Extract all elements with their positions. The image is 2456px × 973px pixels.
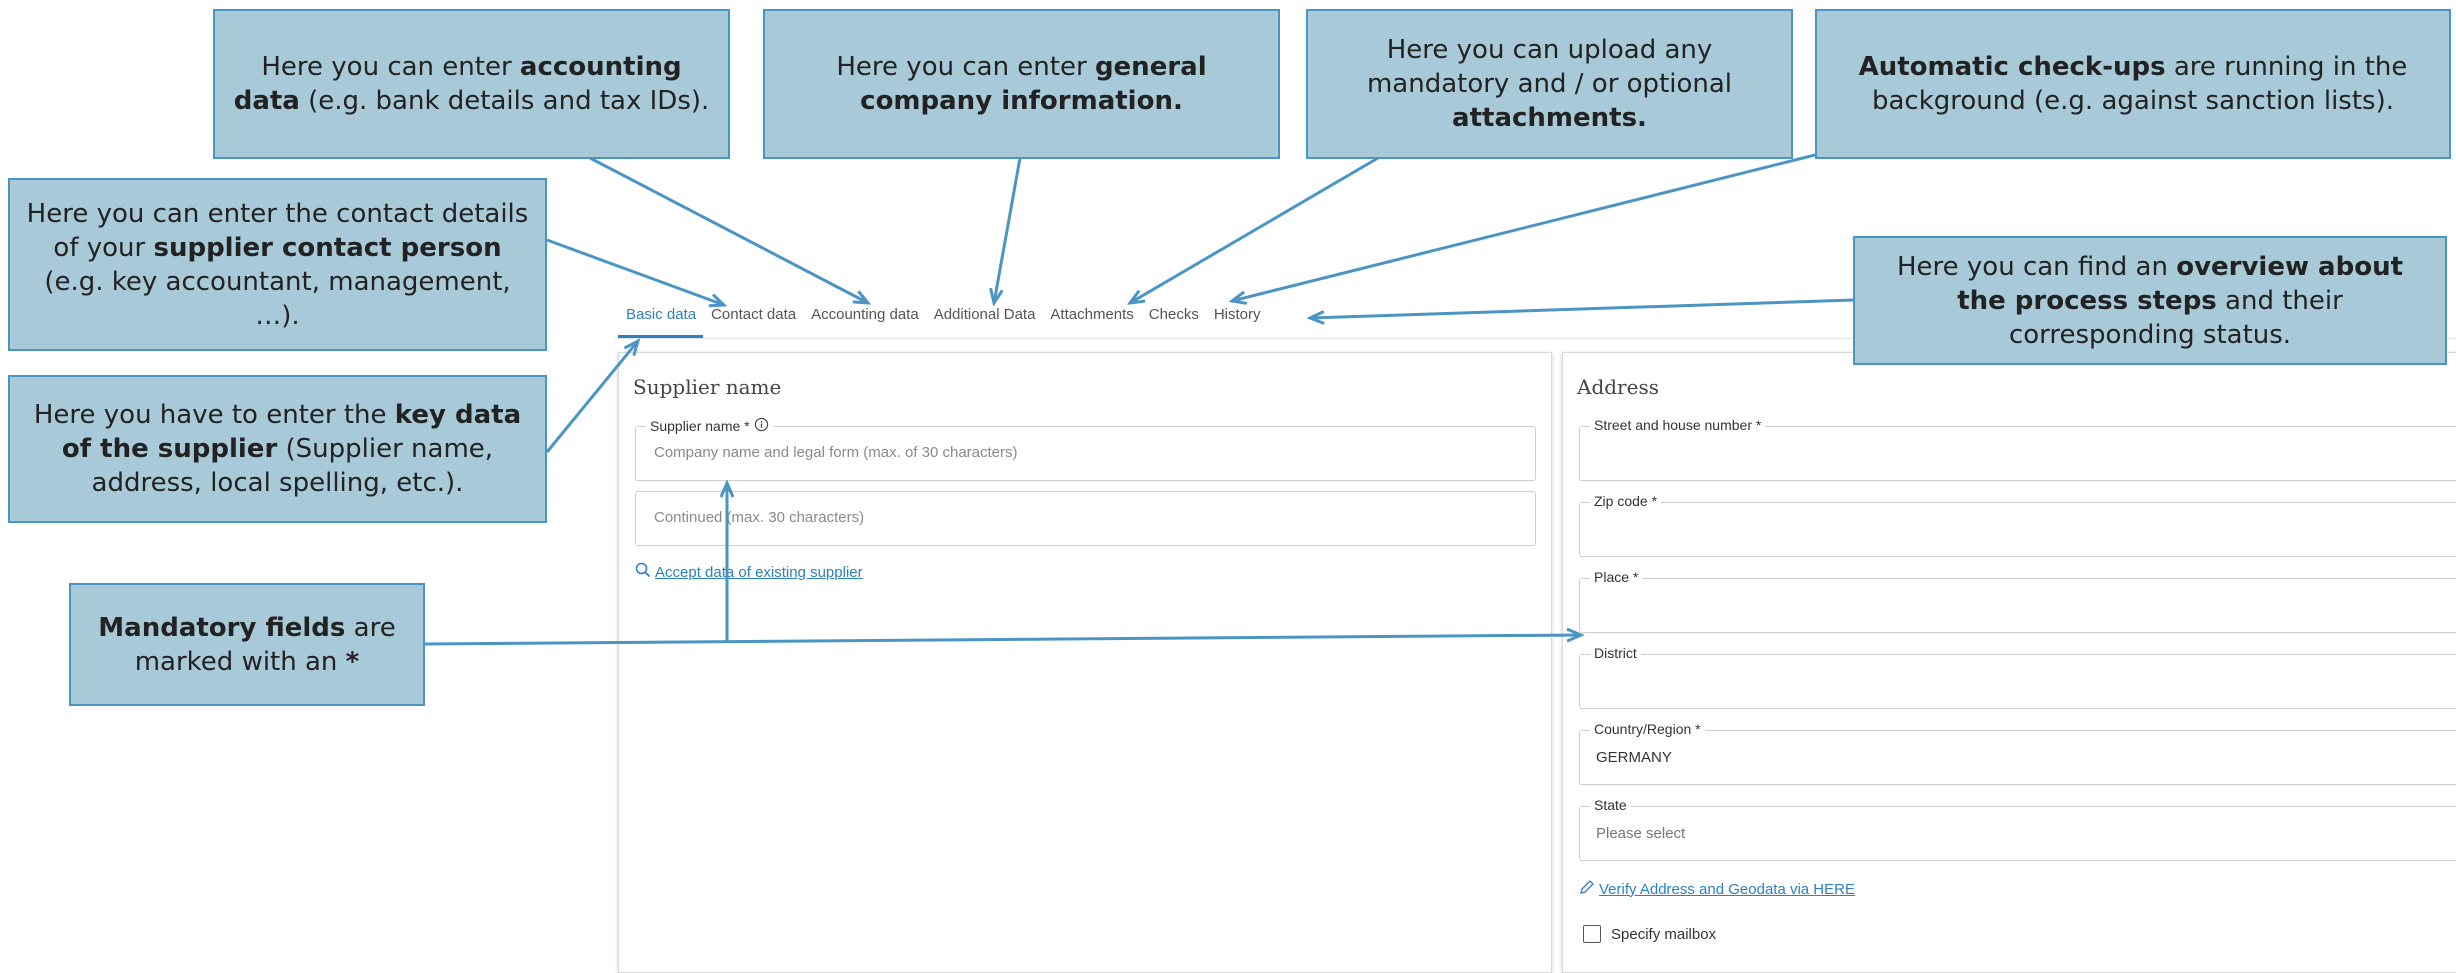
supplier-name-field: Supplier name *: [635, 417, 1536, 481]
verify-address-label: Verify Address and Geodata via HERE: [1599, 880, 1855, 898]
tab-accounting-data[interactable]: Accounting data: [803, 296, 926, 335]
address-panel: Address Street and house number * Zip co…: [1562, 352, 2456, 973]
callout-key-data: Here you have to enter the key data of t…: [8, 375, 547, 523]
supplier-name-continued-input[interactable]: [652, 508, 1519, 527]
callout-attachments: Here you can upload any mandatory and / …: [1306, 9, 1793, 159]
district-field[interactable]: District: [1579, 645, 2456, 709]
supplier-name-panel: Supplier name Supplier name * Accept dat…: [618, 352, 1552, 973]
state-value: Please select: [1596, 825, 1686, 842]
state-select[interactable]: State Please select: [1579, 797, 2456, 861]
tab-contact-data[interactable]: Contact data: [703, 296, 803, 335]
country-region-value: GERMANY: [1596, 749, 1672, 766]
tab-additional-data[interactable]: Additional Data: [926, 296, 1043, 335]
country-region-label: Country/Region *: [1590, 721, 1705, 737]
state-label: State: [1590, 797, 1631, 813]
supplier-name-label-wrap: Supplier name *: [646, 417, 773, 435]
arrow-accounting: [589, 156, 868, 303]
accept-existing-supplier-link[interactable]: Accept data of existing supplier: [635, 562, 863, 582]
callout-mandatory-fields: Mandatory fields are marked with an *: [69, 583, 425, 706]
callout-accounting: Here you can enter accounting data (e.g.…: [213, 9, 730, 159]
supplier-name-label: Supplier name *: [650, 418, 750, 434]
district-label: District: [1590, 645, 1641, 661]
tab-basic-data[interactable]: Basic data: [618, 296, 704, 338]
tab-checks[interactable]: Checks: [1141, 296, 1206, 335]
callout-history: Here you can find an overview about the …: [1853, 236, 2447, 365]
tab-attachments[interactable]: Attachments: [1042, 296, 1140, 335]
search-icon: [635, 562, 651, 582]
arrow-history: [1310, 298, 1854, 318]
arrow-attachments: [1130, 156, 1379, 303]
zip-code-label: Zip code *: [1590, 493, 1662, 509]
tab-bar: Basic data Contact data Accounting data …: [618, 296, 1268, 342]
arrow-checks: [1232, 153, 1816, 301]
verify-address-link[interactable]: Verify Address and Geodata via HERE: [1579, 879, 1855, 899]
supplier-name-title: Supplier name: [633, 375, 782, 399]
pencil-icon: [1579, 879, 1595, 899]
place-label: Place *: [1590, 569, 1643, 585]
callout-contact-person: Here you can enter the contact details o…: [8, 178, 547, 351]
address-title: Address: [1577, 375, 1659, 399]
street-field[interactable]: Street and house number *: [1579, 417, 2456, 481]
info-icon[interactable]: [754, 417, 769, 435]
zip-code-field[interactable]: Zip code *: [1579, 493, 2456, 557]
callout-checks: Automatic check-ups are running in the b…: [1815, 9, 2451, 159]
country-region-select[interactable]: Country/Region * GERMANY: [1579, 721, 2456, 785]
place-field[interactable]: Place *: [1579, 569, 2456, 633]
accept-existing-supplier-label: Accept data of existing supplier: [655, 563, 863, 581]
street-label: Street and house number *: [1590, 417, 1766, 433]
tab-history[interactable]: History: [1206, 296, 1268, 335]
supplier-name-input[interactable]: [652, 443, 1519, 462]
supplier-name-continued-field: [635, 491, 1536, 546]
specify-mailbox-label: Specify mailbox: [1611, 926, 1717, 943]
specify-mailbox-checkbox[interactable]: [1583, 925, 1601, 943]
callout-general-info: Here you can enter general company infor…: [763, 9, 1280, 159]
arrow-general: [994, 157, 1022, 303]
